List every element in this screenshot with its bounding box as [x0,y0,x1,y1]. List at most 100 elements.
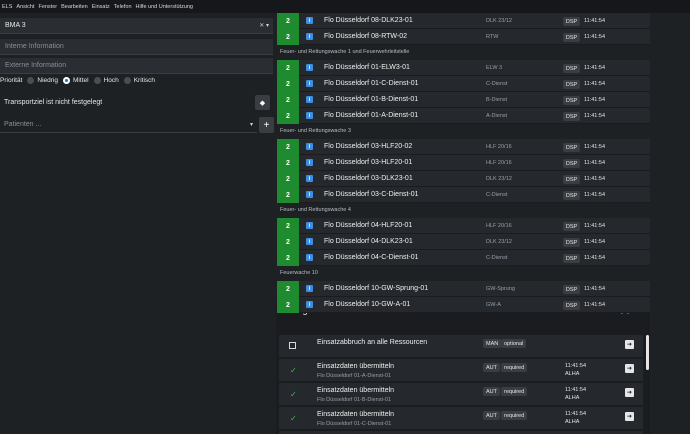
resource-row[interactable]: 2 i Flo Düsseldorf 01-A-Dienst-01 A-Dienst D… [277,108,650,124]
task-row[interactable]: ✓ Einsatzdaten übermitteln Flo Düsseldorf … [279,383,643,406]
priority-label: Priorität [0,76,23,84]
transport-target-row: Transportziel ist nicht festgelegt ◆ [0,92,273,113]
task-row[interactable]: Einsatzabbruch an alle Ressourcen MAN opti… [279,335,643,358]
task-requirement-badge: required [501,411,528,420]
info-icon[interactable]: i [306,64,313,71]
priority-radio[interactable] [123,76,131,84]
arrow-right-box-icon[interactable]: ➜ [625,388,634,397]
resource-name: Flo Düsseldorf 03-DLK23-01 [324,175,413,182]
menu-item[interactable]: Fenster [38,4,57,10]
info-icon[interactable]: i [306,159,313,166]
resource-row[interactable]: 2 i Flo Düsseldorf 03-HLF20-01 HLF 20/16 DSP… [277,155,650,171]
arrow-right-box-icon[interactable]: ➜ [625,340,634,349]
menu-item[interactable]: ELS [2,4,12,10]
resource-row[interactable]: 2 i Flo Düsseldorf 08-RTW-02 RTW DSP 11:41:54 [277,29,650,45]
group-header: Feuer- und Rettungswache 4 [280,207,351,213]
resource-row[interactable]: 2 i Flo Düsseldorf 04-DLK23-01 DLK 23/12 DSP… [277,234,650,250]
status-badge: 2 [277,13,299,29]
task-row[interactable]: ✓ Einsatzdaten übermitteln Flo Düsseldorf … [279,359,643,382]
resource-row[interactable]: 2 i Flo Düsseldorf 10-GW-Sprung-01 GW-Sprun… [277,281,650,297]
resource-time: 11:41:54 [584,255,606,261]
dsp-badge: DSP [563,159,580,168]
keyword-select[interactable]: BMA 3 ✕ ▾ [0,18,273,34]
info-icon[interactable]: i [306,254,313,261]
info-icon[interactable]: i [306,143,313,150]
clear-and-dropdown-icon[interactable]: ✕ ▾ [259,22,269,29]
incident-form-panel: BMA 3 ✕ ▾ Interne Information Externe In… [0,13,276,434]
info-icon[interactable]: i [306,175,313,182]
tasks-scrollbar[interactable] [646,335,649,370]
resource-row[interactable]: 2 i Flo Düsseldorf 03-DLK23-01 DLK 23/12 DSP… [277,171,650,187]
resource-name: Flo Düsseldorf 01-C-Dienst-01 [324,80,419,87]
resource-row[interactable]: 2 i Flo Düsseldorf 04-HLF20-01 HLF 20/16 DSP… [277,218,650,234]
menu-item[interactable]: Einsatz [92,4,110,10]
resource-type: HLF 20/16 [486,144,512,150]
task-resource: Flo Düsseldorf 01-C-Dienst-01 [317,421,392,427]
resource-row[interactable]: 2 i Flo Düsseldorf 04-C-Dienst-01 C-Dienst D… [277,250,650,266]
resource-row[interactable]: 2 i Flo Düsseldorf 01-B-Dienst-01 B-Dienst D… [277,92,650,108]
info-icon[interactable]: i [306,285,313,292]
info-icon[interactable]: i [306,112,313,119]
info-icon[interactable]: i [306,33,313,40]
add-patient-button[interactable]: + [259,117,274,133]
arrow-right-box-icon[interactable]: ➜ [625,364,634,373]
resource-row[interactable]: 2 i Flo Düsseldorf 03-C-Dienst-01 C-Dienst D… [277,187,650,203]
group-header: Feuerwache 10 [280,270,318,276]
patients-select[interactable]: Patienten ... ▾ [0,117,257,133]
status-badge: 2 [277,218,299,234]
resource-row[interactable]: 2 i Flo Düsseldorf 03-HLF20-02 HLF 20/16 DSP… [277,139,650,155]
task-row[interactable]: ✓ Einsatzdaten übermitteln Flo Düsseldorf … [279,407,643,430]
priority-radio[interactable] [93,76,101,84]
info-icon[interactable]: i [306,191,313,198]
info-icon[interactable]: i [306,17,313,24]
priority-radio[interactable] [27,76,35,84]
priority-radio[interactable] [63,76,70,84]
status-badge: 2 [277,29,299,45]
resource-type: A-Dienst [486,113,508,119]
priority-option-label: Kritisch [133,76,156,84]
resource-row[interactable]: 2 i Flo Düsseldorf 01-C-Dienst-01 C-Dienst D… [277,76,650,92]
task-user: ALHA [565,371,580,377]
resource-time: 11:41:54 [584,144,606,150]
arrow-right-box-icon[interactable]: ➜ [625,412,634,421]
group-header: Feuer- und Rettungswache 1 und Feuerwehr… [280,49,410,55]
resource-name: Flo Düsseldorf 04-DLK23-01 [324,238,413,245]
resource-row[interactable]: 2 i Flo Düsseldorf 01-ELW3-01 ELW 3 DSP 11:41… [277,60,650,76]
info-icon[interactable]: i [306,222,313,229]
task-time: 11:41:54 [565,387,587,393]
info-icon[interactable]: i [306,96,313,103]
resource-row[interactable]: 2 i Flo Düsseldorf 10-GW-A-01 GW-A DSP 11:41:… [277,297,650,313]
resources-panel: Aufgaben ︿ Einsatzabbruch an alle Ressou… [276,13,690,434]
external-info-input[interactable]: Externe Information [0,58,273,74]
resource-name: Flo Düsseldorf 03-HLF20-01 [324,159,413,166]
info-icon[interactable]: i [306,238,313,245]
resource-time: 11:41:54 [584,192,606,198]
internal-info-input[interactable]: Interne Information [0,39,273,55]
menu-item[interactable]: Telefon [114,4,132,10]
resource-time: 11:41:54 [584,97,606,103]
resource-name: Flo Düsseldorf 03-C-Dienst-01 [324,191,419,198]
info-icon[interactable]: i [306,301,313,308]
map-pin-icon[interactable]: ◆ [255,95,270,110]
menu-item[interactable]: Bearbeiten [61,4,88,10]
task-checkbox[interactable] [289,342,296,349]
task-mode-badge: AUT [483,363,500,372]
menu-item[interactable]: Ansicht [16,4,34,10]
resource-name: Flo Düsseldorf 04-C-Dienst-01 [324,254,419,261]
resource-time: 11:41:54 [584,223,606,229]
resource-time: 11:41:54 [584,34,606,40]
priority-radio-group: Priorität Niedrig Mittel Hoch Kritisch [0,74,155,86]
dsp-badge: DSP [563,64,580,73]
task-title: Einsatzabbruch an alle Ressourcen [317,339,428,346]
menu-item[interactable]: Hilfe und Unterstützung [136,4,193,10]
chevron-down-icon[interactable]: ▾ [250,121,253,128]
resource-type: GW-Sprung [486,286,515,292]
status-badge: 2 [277,139,299,155]
resource-row[interactable]: 2 i Flo Düsseldorf 08-DLK23-01 DLK 23/12 DSP… [277,13,650,29]
task-user: ALHA [565,395,580,401]
external-info-placeholder: Externe Information [5,62,67,69]
status-badge: 2 [277,234,299,250]
dsp-badge: DSP [563,191,580,200]
info-icon[interactable]: i [306,80,313,87]
status-badge: 2 [277,108,299,124]
